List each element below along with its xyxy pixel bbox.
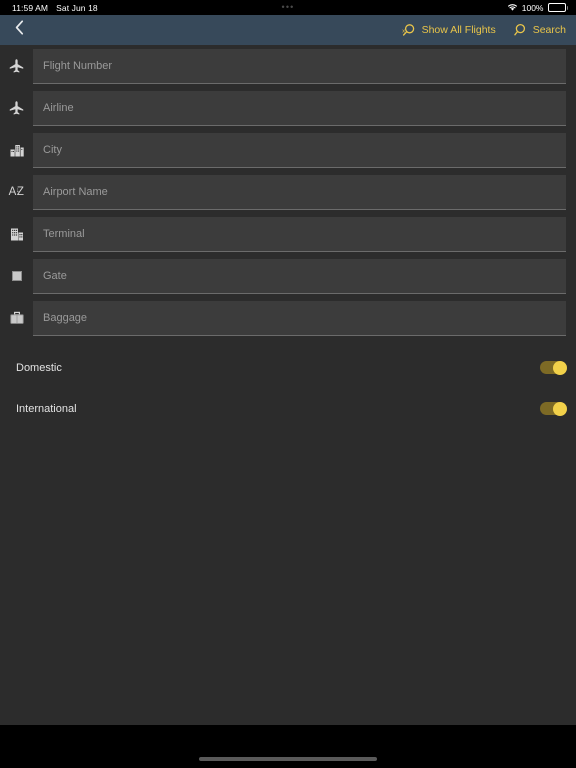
terminal-building-icon	[0, 213, 33, 255]
sort-az-icon: A ↓ Z	[0, 171, 33, 213]
field-row-baggage: Baggage	[0, 297, 576, 339]
briefcase-icon	[0, 297, 33, 339]
international-label: International	[16, 402, 77, 415]
search-button[interactable]: Search	[513, 23, 566, 37]
field-row-gate: Gate	[0, 255, 576, 297]
battery-full-icon	[547, 3, 568, 12]
baggage-placeholder: Baggage	[43, 311, 88, 324]
home-indicator-bar[interactable]	[199, 757, 377, 761]
sort-az-glyph: A ↓ Z	[8, 186, 25, 198]
domestic-label: Domestic	[16, 361, 62, 374]
city-buildings-icon	[0, 129, 33, 171]
status-center-dots: •••	[281, 2, 295, 12]
field-row-airline: Airline	[0, 87, 576, 129]
status-time: 11:59 AM	[12, 2, 49, 13]
back-button[interactable]	[6, 17, 32, 43]
gate-placeholder: Gate	[43, 269, 67, 282]
international-toggle-knob	[552, 401, 567, 416]
baggage-input[interactable]: Baggage	[33, 300, 566, 336]
navigation-bar: x Show All Flights Search	[0, 15, 576, 45]
status-bar-left: 11:59 AM Sat Jun 18	[12, 3, 98, 13]
search-clear-icon: x	[402, 23, 416, 37]
international-toggle[interactable]	[540, 401, 567, 416]
terminal-placeholder: Terminal	[43, 227, 85, 240]
toggle-row-international: International	[0, 388, 576, 429]
domestic-toggle[interactable]	[540, 360, 567, 375]
chevron-left-icon	[15, 20, 24, 40]
status-bar: 11:59 AM Sat Jun 18 ••• 100%	[0, 0, 576, 15]
search-label: Search	[532, 24, 566, 36]
svg-text:x: x	[402, 29, 405, 35]
field-row-flight-number: Flight Number	[0, 45, 576, 87]
wifi-icon	[507, 3, 518, 12]
airport-name-placeholder: Airport Name	[43, 185, 108, 198]
battery-percent-label: 100%	[521, 2, 544, 13]
field-row-terminal: Terminal	[0, 213, 576, 255]
search-icon	[513, 23, 527, 37]
flight-number-input[interactable]: Flight Number	[33, 48, 566, 84]
field-row-airport-name: A ↓ Z Airport Name	[0, 171, 576, 213]
field-row-city: City	[0, 129, 576, 171]
airport-name-input[interactable]: Airport Name	[33, 174, 566, 210]
city-input[interactable]: City	[33, 132, 566, 168]
status-date: Sat Jun 18	[56, 2, 98, 13]
show-all-flights-label: Show All Flights	[421, 24, 496, 36]
city-placeholder: City	[43, 143, 62, 156]
airline-placeholder: Airline	[43, 101, 74, 114]
toggle-row-domestic: Domestic	[0, 347, 576, 388]
gate-input[interactable]: Gate	[33, 258, 566, 294]
form-spacer	[0, 339, 576, 347]
terminal-input[interactable]: Terminal	[33, 216, 566, 252]
domestic-toggle-knob	[552, 360, 567, 375]
home-indicator-area	[0, 725, 576, 768]
airplane-icon	[0, 45, 33, 87]
search-form-panel: Flight Number Airline City A ↓ Z Airport…	[0, 45, 576, 725]
airline-input[interactable]: Airline	[33, 90, 566, 126]
flight-number-placeholder: Flight Number	[43, 59, 113, 72]
navbar-actions: x Show All Flights Search	[402, 23, 566, 37]
airplane-icon	[0, 87, 33, 129]
show-all-flights-button[interactable]: x Show All Flights	[402, 23, 496, 37]
status-bar-right: 100%	[507, 3, 568, 13]
gate-square-icon	[0, 255, 33, 297]
